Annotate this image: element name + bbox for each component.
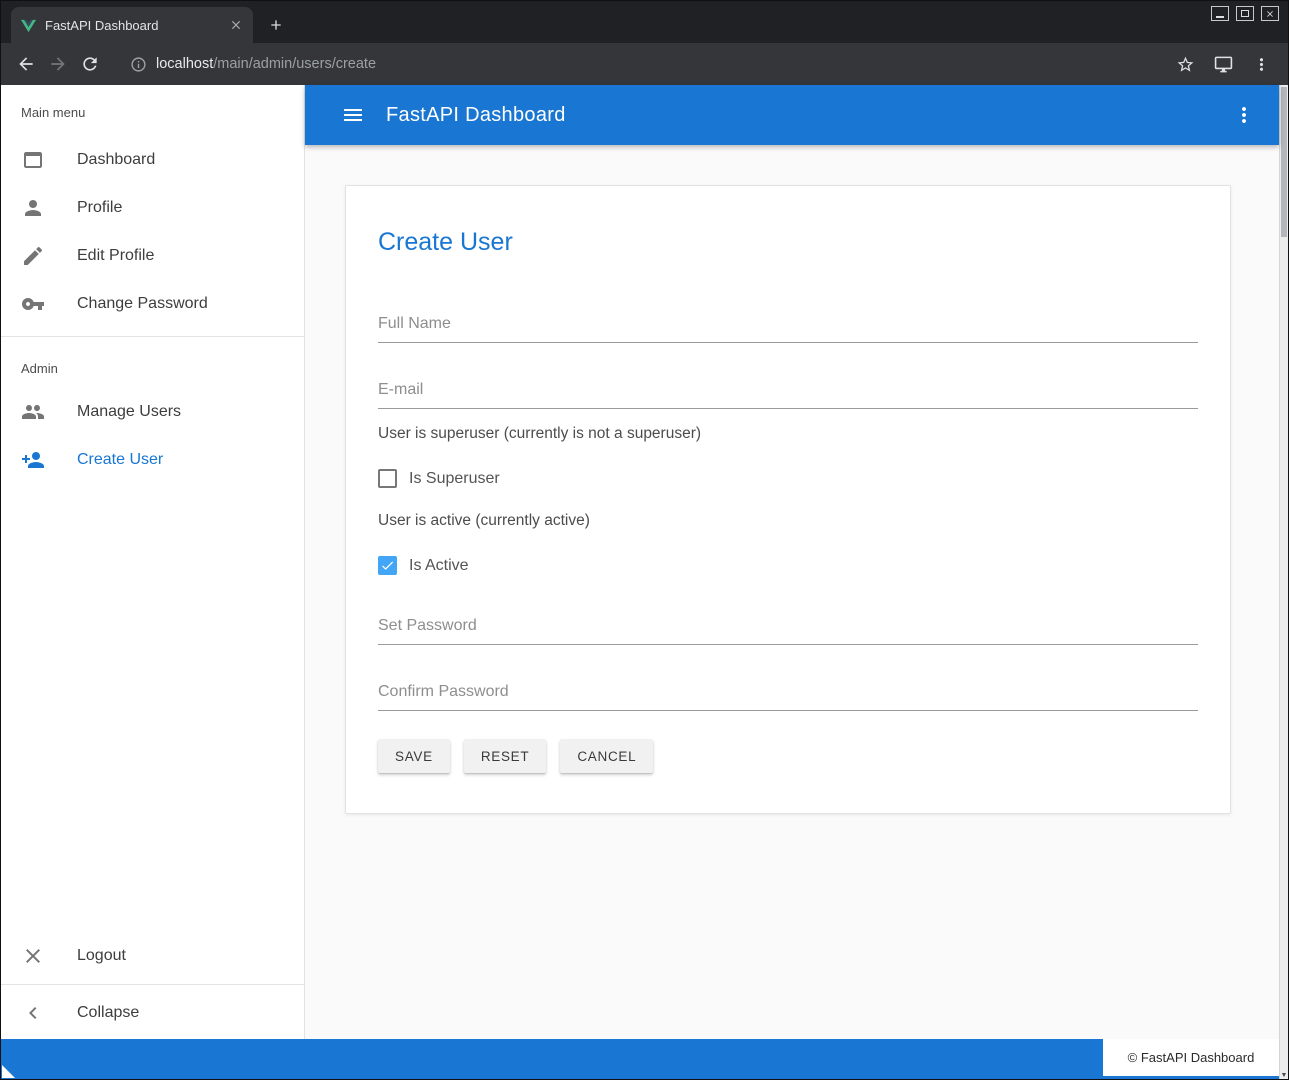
full-name-input[interactable] bbox=[378, 305, 1198, 343]
window-controls bbox=[1211, 6, 1279, 21]
browser-titlebar: FastAPI Dashboard bbox=[1, 1, 1288, 43]
confirm-password-field bbox=[378, 673, 1198, 711]
page-content: Create User User is superuser (currently… bbox=[305, 145, 1279, 1041]
page-scrollbar[interactable]: ▼ bbox=[1279, 85, 1288, 1080]
browser-tab[interactable]: FastAPI Dashboard bbox=[11, 7, 253, 43]
close-icon bbox=[21, 944, 45, 968]
sidebar-item-label: Manage Users bbox=[77, 403, 181, 421]
forward-button[interactable] bbox=[48, 54, 68, 74]
back-button[interactable] bbox=[16, 54, 36, 74]
confirm-password-input[interactable] bbox=[378, 673, 1198, 711]
superuser-checkbox[interactable] bbox=[378, 469, 397, 488]
maximize-button[interactable] bbox=[1236, 6, 1254, 21]
create-user-card: Create User User is superuser (currently… bbox=[345, 185, 1231, 814]
sidebar-item-label: Change Password bbox=[77, 295, 208, 313]
sidebar-item-edit-profile[interactable]: Edit Profile bbox=[1, 232, 304, 280]
sidebar-item-label: Logout bbox=[77, 947, 126, 965]
appbar-menu-button[interactable] bbox=[1232, 103, 1256, 127]
sidebar-item-dashboard[interactable]: Dashboard bbox=[1, 136, 304, 184]
tab-title: FastAPI Dashboard bbox=[45, 18, 220, 33]
email-field bbox=[378, 371, 1198, 409]
reset-button[interactable]: RESET bbox=[464, 739, 547, 773]
sidebar-item-change-password[interactable]: Change Password bbox=[1, 280, 304, 328]
superuser-checkbox-row: Is Superuser bbox=[378, 469, 1198, 488]
main-area: FastAPI Dashboard Create User User is su… bbox=[305, 85, 1279, 1041]
sidebar-divider bbox=[1, 984, 304, 985]
sidebar-item-profile[interactable]: Profile bbox=[1, 184, 304, 232]
cast-icon[interactable] bbox=[1214, 55, 1233, 74]
sidebar-item-label: Collapse bbox=[77, 1004, 139, 1022]
minimize-icon bbox=[1216, 16, 1224, 18]
sidebar-item-collapse[interactable]: Collapse bbox=[1, 989, 304, 1037]
scrollbar-thumb[interactable] bbox=[1281, 87, 1287, 237]
chevron-left-icon bbox=[21, 1001, 45, 1025]
footer-copyright: © FastAPI Dashboard bbox=[1103, 1039, 1279, 1076]
address-bar[interactable]: localhost/main/admin/users/create bbox=[130, 56, 1176, 73]
appbar-title: FastAPI Dashboard bbox=[386, 104, 1232, 127]
dashboard-icon bbox=[21, 148, 45, 172]
resize-grip-icon bbox=[2, 1065, 15, 1078]
person-add-icon bbox=[21, 448, 45, 472]
email-input[interactable] bbox=[378, 371, 1198, 409]
hamburger-icon bbox=[341, 103, 365, 127]
maximize-icon bbox=[1241, 10, 1249, 17]
browser-addressbar: localhost/main/admin/users/create bbox=[1, 43, 1288, 85]
save-button[interactable]: SAVE bbox=[378, 739, 450, 773]
sidebar-section-main: Main menu bbox=[1, 85, 304, 136]
full-name-field bbox=[378, 305, 1198, 343]
sidebar-item-manage-users[interactable]: Manage Users bbox=[1, 388, 304, 436]
sidebar-item-logout[interactable]: Logout bbox=[1, 932, 304, 980]
superuser-checkbox-label: Is Superuser bbox=[409, 470, 500, 488]
addressbar-actions bbox=[1176, 55, 1271, 74]
new-tab-button[interactable] bbox=[263, 12, 289, 38]
scrollbar-down-arrow[interactable]: ▼ bbox=[1280, 1072, 1288, 1079]
site-info-icon[interactable] bbox=[130, 56, 147, 73]
sidebar-divider bbox=[1, 336, 304, 337]
browser-menu-button[interactable] bbox=[1252, 55, 1271, 74]
active-checkbox-row: Is Active bbox=[378, 556, 1198, 575]
active-hint: User is active (currently active) bbox=[378, 512, 1198, 530]
bookmark-star-icon[interactable] bbox=[1176, 55, 1195, 74]
window-close-button[interactable] bbox=[1261, 6, 1279, 21]
reload-button[interactable] bbox=[80, 54, 100, 74]
tab-close-icon[interactable] bbox=[229, 18, 243, 32]
more-vert-icon bbox=[1252, 55, 1271, 74]
sidebar-item-label: Profile bbox=[77, 199, 122, 217]
sidebar-spacer bbox=[1, 484, 304, 932]
browser-window: FastAPI Dashboard bbox=[0, 0, 1289, 1080]
superuser-hint: User is superuser (currently is not a su… bbox=[378, 425, 1198, 443]
sidebar-item-label: Edit Profile bbox=[77, 247, 154, 265]
form-buttons: SAVE RESET CANCEL bbox=[378, 739, 1198, 773]
set-password-field bbox=[378, 607, 1198, 645]
sidebar-item-label: Dashboard bbox=[77, 151, 155, 169]
people-icon bbox=[21, 400, 45, 424]
cancel-button[interactable]: CANCEL bbox=[560, 739, 653, 773]
set-password-input[interactable] bbox=[378, 607, 1198, 645]
page-title: Create User bbox=[378, 228, 1198, 257]
key-icon bbox=[21, 292, 45, 316]
sidebar-section-admin: Admin bbox=[1, 345, 304, 388]
active-checkbox[interactable] bbox=[378, 556, 397, 575]
url-path: /main/admin/users/create bbox=[213, 56, 376, 72]
person-icon bbox=[21, 196, 45, 220]
sidebar-item-label: Create User bbox=[77, 451, 163, 469]
sidebar: Main menu Dashboard Profile Edit Profile… bbox=[1, 85, 305, 1041]
minimize-button[interactable] bbox=[1211, 6, 1229, 21]
vue-logo-icon bbox=[21, 18, 36, 33]
sidebar-item-create-user[interactable]: Create User bbox=[1, 436, 304, 484]
check-icon bbox=[380, 558, 395, 573]
menu-toggle-button[interactable] bbox=[341, 103, 365, 127]
url-host: localhost bbox=[156, 56, 213, 72]
footer: © FastAPI Dashboard bbox=[1, 1039, 1279, 1079]
edit-icon bbox=[21, 244, 45, 268]
active-checkbox-label: Is Active bbox=[409, 557, 469, 575]
window-close-icon bbox=[1265, 9, 1275, 19]
more-vert-icon bbox=[1232, 103, 1256, 127]
appbar: FastAPI Dashboard bbox=[305, 85, 1279, 145]
